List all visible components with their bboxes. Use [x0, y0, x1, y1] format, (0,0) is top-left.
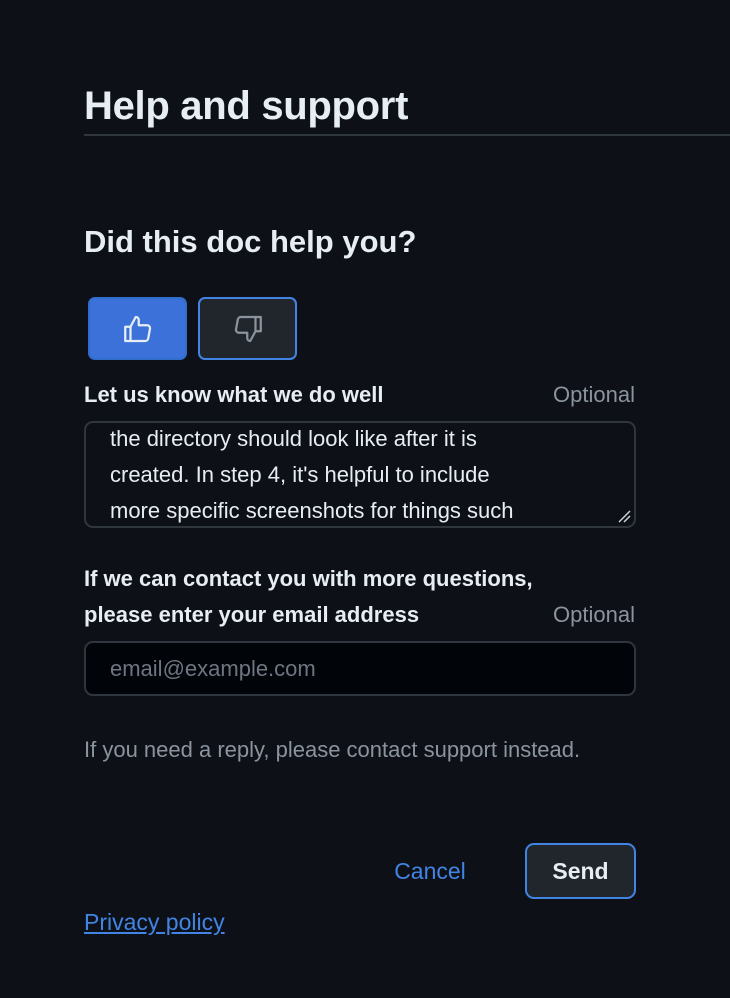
comment-optional-label: Optional: [553, 382, 635, 407]
email-optional-label: Optional: [553, 602, 635, 627]
email-label-line-1: If we can contact you with more question…: [84, 566, 533, 591]
email-label-line-2: please enter your email address: [84, 602, 420, 627]
comment-label: Let us know what we do well: [84, 382, 384, 407]
page-title: Help and support: [84, 84, 409, 128]
title-divider: [84, 134, 730, 136]
cancel-button[interactable]: Cancel: [372, 844, 488, 899]
comment-textarea-value: the directory should look like after it …: [110, 426, 514, 523]
send-button[interactable]: Send: [525, 843, 636, 899]
feedback-question: Did this doc help you?: [84, 224, 417, 259]
reply-note: If you need a reply, please contact supp…: [84, 737, 581, 762]
thumbs-up-icon: [123, 315, 151, 342]
comment-textarea[interactable]: the directory should look like after it …: [84, 421, 636, 528]
help-and-support-panel: Help and support Did this doc help you? …: [0, 0, 730, 998]
thumbs-down-button[interactable]: [198, 297, 297, 360]
thumbs-up-button[interactable]: [88, 297, 187, 360]
thumbs-down-icon: [234, 315, 262, 342]
privacy-policy-link[interactable]: Privacy policy: [84, 904, 225, 940]
resize-handle-icon[interactable]: [617, 509, 631, 523]
email-field[interactable]: [84, 641, 636, 696]
